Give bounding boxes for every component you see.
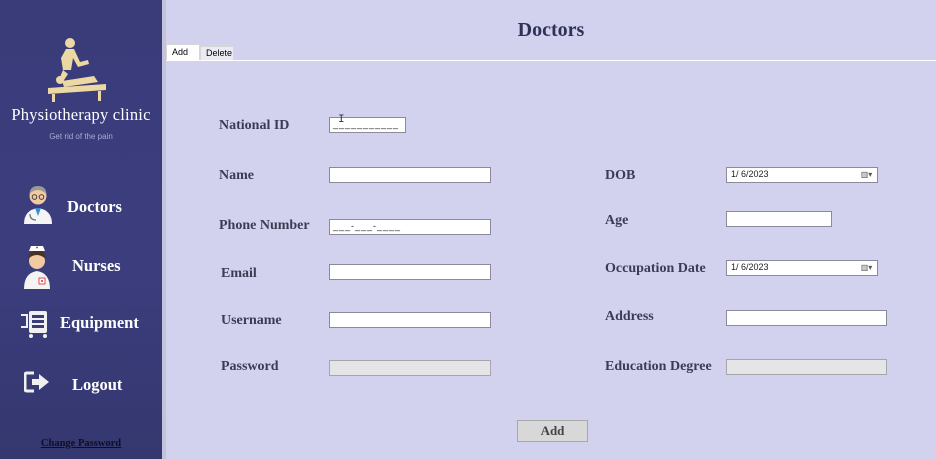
sidebar: Physiotherapy clinic Get rid of the pain… bbox=[0, 0, 162, 459]
equipment-icon bbox=[21, 311, 47, 338]
username-label: Username bbox=[221, 313, 282, 328]
age-field[interactable] bbox=[726, 211, 832, 227]
sidebar-item-equipment[interactable]: Equipment bbox=[0, 303, 162, 343]
add-button[interactable]: Add bbox=[517, 420, 588, 442]
address-label: Address bbox=[605, 309, 654, 324]
password-field[interactable] bbox=[329, 360, 491, 376]
password-label: Password bbox=[221, 359, 279, 374]
name-label: Name bbox=[219, 168, 254, 183]
page-title: Doctors bbox=[517, 19, 585, 41]
sidebar-item-doctors[interactable]: Doctors bbox=[0, 182, 162, 224]
sidebar-divider bbox=[162, 0, 166, 459]
email-field[interactable] bbox=[329, 264, 491, 280]
education-degree-label: Education Degree bbox=[605, 359, 712, 374]
name-field[interactable] bbox=[329, 167, 491, 183]
doctor-icon bbox=[24, 186, 52, 224]
address-field[interactable] bbox=[726, 310, 887, 326]
education-degree-field[interactable] bbox=[726, 359, 887, 375]
calendar-dropdown-icon[interactable]: ▥▾ bbox=[858, 263, 875, 273]
logout-icon bbox=[24, 371, 49, 393]
username-field[interactable] bbox=[329, 312, 491, 328]
sidebar-item-logout[interactable]: Logout bbox=[0, 366, 162, 406]
tab-add[interactable]: Add bbox=[166, 44, 200, 61]
tab-divider bbox=[166, 60, 936, 61]
brand-name: Physiotherapy clinic bbox=[11, 105, 151, 124]
calendar-dropdown-icon[interactable]: ▥▾ bbox=[858, 170, 875, 180]
change-password-link[interactable]: Change Password bbox=[0, 438, 162, 449]
occupation-date-picker[interactable]: 1/ 6/2023 ▥▾ bbox=[726, 260, 878, 276]
sidebar-item-label: Equipment bbox=[60, 313, 139, 332]
sidebar-item-label: Nurses bbox=[72, 256, 121, 275]
occupation-date-label: Occupation Date bbox=[605, 261, 706, 276]
sidebar-item-label: Logout bbox=[72, 375, 123, 394]
text-cursor-icon: I bbox=[338, 114, 345, 126]
phone-number-label: Phone Number bbox=[219, 218, 310, 233]
dob-value: 1/ 6/2023 bbox=[731, 169, 769, 179]
sidebar-item-label: Doctors bbox=[67, 197, 122, 216]
phone-number-field[interactable]: ___-___-____ bbox=[329, 219, 491, 235]
occupation-date-value: 1/ 6/2023 bbox=[731, 262, 769, 272]
tab-delete[interactable]: Delete bbox=[200, 46, 234, 60]
sidebar-item-nurses[interactable]: Nurses bbox=[0, 245, 162, 289]
brand-tagline: Get rid of the pain bbox=[49, 132, 113, 141]
dob-label: DOB bbox=[605, 168, 636, 183]
dob-date-picker[interactable]: 1/ 6/2023 ▥▾ bbox=[726, 167, 878, 183]
email-label: Email bbox=[221, 266, 257, 281]
national-id-label: National ID bbox=[219, 118, 290, 133]
age-label: Age bbox=[605, 213, 629, 228]
physiotherapy-logo-icon bbox=[48, 38, 106, 102]
nurse-icon bbox=[24, 246, 50, 289]
